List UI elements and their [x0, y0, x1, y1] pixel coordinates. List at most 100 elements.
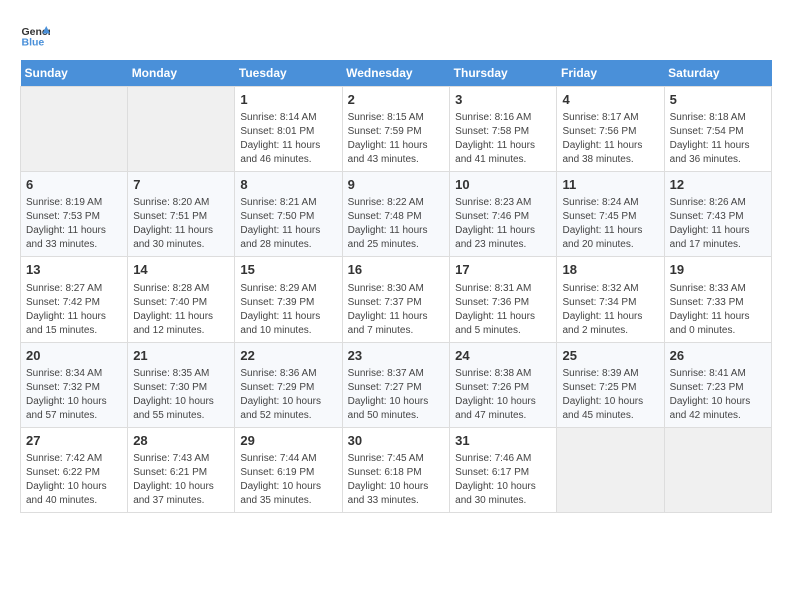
day-info: Sunrise: 8:32 AM Sunset: 7:34 PM Dayligh…: [562, 282, 658, 338]
day-info: Sunrise: 8:17 AM Sunset: 7:56 PM Dayligh…: [562, 111, 658, 167]
calendar-week-row: 1 Sunrise: 8:14 AM Sunset: 8:01 PM Daylig…: [21, 87, 772, 172]
calendar-cell: 20 Sunrise: 8:34 AM Sunset: 7:32 PM Dayli…: [21, 342, 128, 427]
day-number: 8: [240, 176, 336, 194]
day-info: Sunrise: 8:21 AM Sunset: 7:50 PM Dayligh…: [240, 196, 336, 252]
day-number: 16: [348, 261, 445, 279]
day-number: 1: [240, 91, 336, 109]
day-number: 12: [670, 176, 766, 194]
day-number: 18: [562, 261, 658, 279]
calendar-cell: 9 Sunrise: 8:22 AM Sunset: 7:48 PM Daylig…: [342, 172, 450, 257]
calendar-cell: 27 Sunrise: 7:42 AM Sunset: 6:22 PM Dayli…: [21, 427, 128, 512]
day-info: Sunrise: 8:37 AM Sunset: 7:27 PM Dayligh…: [348, 367, 445, 423]
weekday-header: Wednesday: [342, 60, 450, 87]
day-info: Sunrise: 8:38 AM Sunset: 7:26 PM Dayligh…: [455, 367, 551, 423]
day-number: 29: [240, 432, 336, 450]
calendar-cell: 10 Sunrise: 8:23 AM Sunset: 7:46 PM Dayli…: [450, 172, 557, 257]
day-info: Sunrise: 8:35 AM Sunset: 7:30 PM Dayligh…: [133, 367, 229, 423]
day-info: Sunrise: 8:29 AM Sunset: 7:39 PM Dayligh…: [240, 282, 336, 338]
day-info: Sunrise: 8:24 AM Sunset: 7:45 PM Dayligh…: [562, 196, 658, 252]
weekday-header: Saturday: [664, 60, 771, 87]
calendar-cell: 14Sunrise: 8:28 AM Sunset: 7:40 PM Dayli…: [128, 257, 235, 342]
calendar-cell: [557, 427, 664, 512]
calendar-cell: 19 Sunrise: 8:33 AM Sunset: 7:33 PM Dayli…: [664, 257, 771, 342]
calendar-cell: 2 Sunrise: 8:15 AM Sunset: 7:59 PM Daylig…: [342, 87, 450, 172]
day-number: 20: [26, 347, 122, 365]
day-info: Sunrise: 8:20 AM Sunset: 7:51 PM Dayligh…: [133, 196, 229, 252]
calendar-table: SundayMondayTuesdayWednesdayThursdayFrid…: [20, 60, 772, 513]
day-info: Sunrise: 7:45 AM Sunset: 6:18 PM Dayligh…: [348, 452, 445, 508]
calendar-week-row: 20 Sunrise: 8:34 AM Sunset: 7:32 PM Dayli…: [21, 342, 772, 427]
day-number: 22: [240, 347, 336, 365]
calendar-cell: 11 Sunrise: 8:24 AM Sunset: 7:45 PM Dayli…: [557, 172, 664, 257]
day-number: 10: [455, 176, 551, 194]
calendar-cell: 12 Sunrise: 8:26 AM Sunset: 7:43 PM Dayli…: [664, 172, 771, 257]
day-number: 25: [562, 347, 658, 365]
day-info: Sunrise: 8:16 AM Sunset: 7:58 PM Dayligh…: [455, 111, 551, 167]
day-info: Sunrise: 8:27 AM Sunset: 7:42 PM Dayligh…: [26, 282, 122, 338]
day-info: Sunrise: 8:30 AM Sunset: 7:37 PM Dayligh…: [348, 282, 445, 338]
weekday-header: Sunday: [21, 60, 128, 87]
day-number: 9: [348, 176, 445, 194]
day-number: 5: [670, 91, 766, 109]
logo: General Blue: [20, 20, 54, 50]
weekday-header-row: SundayMondayTuesdayWednesdayThursdayFrid…: [21, 60, 772, 87]
calendar-cell: [21, 87, 128, 172]
day-info: Sunrise: 8:41 AM Sunset: 7:23 PM Dayligh…: [670, 367, 766, 423]
calendar-cell: 29 Sunrise: 7:44 AM Sunset: 6:19 PM Dayli…: [235, 427, 342, 512]
day-number: 26: [670, 347, 766, 365]
calendar-cell: 16 Sunrise: 8:30 AM Sunset: 7:37 PM Dayli…: [342, 257, 450, 342]
calendar-cell: 3 Sunrise: 8:16 AM Sunset: 7:58 PM Daylig…: [450, 87, 557, 172]
day-info: Sunrise: 7:44 AM Sunset: 6:19 PM Dayligh…: [240, 452, 336, 508]
calendar-week-row: 13 Sunrise: 8:27 AM Sunset: 7:42 PM Dayli…: [21, 257, 772, 342]
day-info: Sunrise: 8:34 AM Sunset: 7:32 PM Dayligh…: [26, 367, 122, 423]
calendar-cell: 4 Sunrise: 8:17 AM Sunset: 7:56 PM Daylig…: [557, 87, 664, 172]
day-info: Sunrise: 8:14 AM Sunset: 8:01 PM Dayligh…: [240, 111, 336, 167]
calendar-week-row: 27 Sunrise: 7:42 AM Sunset: 6:22 PM Dayli…: [21, 427, 772, 512]
day-number: 23: [348, 347, 445, 365]
day-number: 2: [348, 91, 445, 109]
day-info: Sunrise: 8:22 AM Sunset: 7:48 PM Dayligh…: [348, 196, 445, 252]
calendar-week-row: 6 Sunrise: 8:19 AM Sunset: 7:53 PM Daylig…: [21, 172, 772, 257]
day-number: 15: [240, 261, 336, 279]
day-info: Sunrise: 8:39 AM Sunset: 7:25 PM Dayligh…: [562, 367, 658, 423]
calendar-cell: 18 Sunrise: 8:32 AM Sunset: 7:34 PM Dayli…: [557, 257, 664, 342]
calendar-cell: [664, 427, 771, 512]
day-number: 21: [133, 347, 229, 365]
day-info: Sunrise: 8:26 AM Sunset: 7:43 PM Dayligh…: [670, 196, 766, 252]
calendar-cell: 22Sunrise: 8:36 AM Sunset: 7:29 PM Dayli…: [235, 342, 342, 427]
day-info: Sunrise: 8:23 AM Sunset: 7:46 PM Dayligh…: [455, 196, 551, 252]
weekday-header: Monday: [128, 60, 235, 87]
day-info: Sunrise: 7:46 AM Sunset: 6:17 PM Dayligh…: [455, 452, 551, 508]
calendar-cell: 30Sunrise: 7:45 AM Sunset: 6:18 PM Dayli…: [342, 427, 450, 512]
day-number: 27: [26, 432, 122, 450]
day-info: Sunrise: 8:18 AM Sunset: 7:54 PM Dayligh…: [670, 111, 766, 167]
day-number: 11: [562, 176, 658, 194]
calendar-cell: 7 Sunrise: 8:20 AM Sunset: 7:51 PM Daylig…: [128, 172, 235, 257]
calendar-cell: 23 Sunrise: 8:37 AM Sunset: 7:27 PM Dayli…: [342, 342, 450, 427]
weekday-header: Friday: [557, 60, 664, 87]
day-number: 17: [455, 261, 551, 279]
day-number: 7: [133, 176, 229, 194]
day-number: 13: [26, 261, 122, 279]
svg-text:Blue: Blue: [22, 37, 45, 49]
day-number: 19: [670, 261, 766, 279]
calendar-cell: 13 Sunrise: 8:27 AM Sunset: 7:42 PM Dayli…: [21, 257, 128, 342]
day-number: 3: [455, 91, 551, 109]
day-info: Sunrise: 8:15 AM Sunset: 7:59 PM Dayligh…: [348, 111, 445, 167]
calendar-cell: 26 Sunrise: 8:41 AM Sunset: 7:23 PM Dayli…: [664, 342, 771, 427]
day-number: 6: [26, 176, 122, 194]
day-number: 28: [133, 432, 229, 450]
calendar-cell: 25 Sunrise: 8:39 AM Sunset: 7:25 PM Dayli…: [557, 342, 664, 427]
day-number: 4: [562, 91, 658, 109]
calendar-cell: 17Sunrise: 8:31 AM Sunset: 7:36 PM Dayli…: [450, 257, 557, 342]
page-header: General Blue: [20, 20, 772, 50]
day-info: Sunrise: 8:28 AM Sunset: 7:40 PM Dayligh…: [133, 282, 229, 338]
day-number: 24: [455, 347, 551, 365]
day-info: Sunrise: 8:33 AM Sunset: 7:33 PM Dayligh…: [670, 282, 766, 338]
day-info: Sunrise: 8:19 AM Sunset: 7:53 PM Dayligh…: [26, 196, 122, 252]
day-info: Sunrise: 7:42 AM Sunset: 6:22 PM Dayligh…: [26, 452, 122, 508]
calendar-cell: 8 Sunrise: 8:21 AM Sunset: 7:50 PM Daylig…: [235, 172, 342, 257]
logo-icon: General Blue: [20, 20, 50, 50]
day-info: Sunrise: 7:43 AM Sunset: 6:21 PM Dayligh…: [133, 452, 229, 508]
calendar-cell: 28 Sunrise: 7:43 AM Sunset: 6:21 PM Dayli…: [128, 427, 235, 512]
